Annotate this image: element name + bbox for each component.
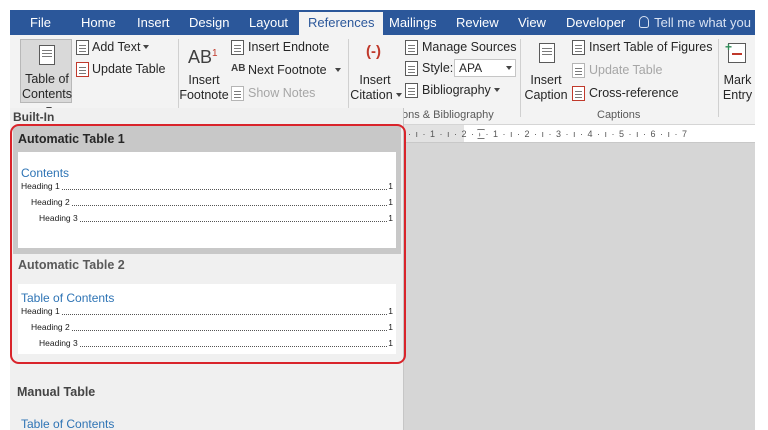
cross-reference-icon — [572, 86, 585, 101]
caption-icon — [539, 43, 555, 63]
bibliography-icon — [405, 83, 418, 98]
citation-icon: (-) — [366, 43, 381, 60]
update-table-figures-icon — [572, 63, 585, 78]
insert-footnote-button[interactable]: AB1 Insert Footnote — [179, 41, 228, 103]
footnote-ab-text: AB — [188, 47, 213, 67]
captions-group-label: Captions — [597, 109, 641, 121]
footnote-label-line2: Footnote — [179, 88, 229, 102]
mark-entry-line2: Entry — [722, 88, 753, 102]
update-table-figures-button[interactable]: Update Table — [589, 63, 662, 77]
table-of-contents-icon — [39, 45, 55, 65]
ribbon-separator — [718, 39, 719, 117]
next-footnote-caret — [334, 68, 341, 72]
update-table-button[interactable]: Update Table — [92, 62, 165, 76]
footnote-ab-icon: AB1 — [188, 47, 218, 68]
manual-table-preview-heading: Table of Contents — [21, 417, 115, 430]
style-label: Style: — [422, 61, 454, 75]
table-of-figures-icon — [572, 40, 585, 55]
caption-label-line1: Insert — [530, 73, 562, 87]
bibliography-button[interactable]: Bibliography — [422, 83, 500, 97]
ruler-ticks: · ı · 1 · ı · 2 · ı · 1 · ı · 2 · ı · 3 … — [408, 129, 689, 139]
add-text-icon — [76, 40, 89, 55]
show-notes-button[interactable]: Show Notes — [248, 86, 315, 100]
add-text-label: Add Text — [92, 40, 141, 54]
tab-design[interactable]: Design — [189, 10, 229, 35]
update-table-icon — [76, 62, 89, 77]
citation-label-line2: Citation — [350, 88, 393, 102]
builtin-section-label: Built-In — [13, 110, 55, 124]
citation-caret — [395, 93, 402, 97]
ribbon-tab-bar: File Home Insert Design Layout Reference… — [10, 10, 755, 35]
table-of-contents-button[interactable]: Table of Contents — [20, 39, 73, 111]
tab-insert[interactable]: Insert — [137, 10, 170, 35]
insert-endnote-button[interactable]: Insert Endnote — [248, 40, 329, 54]
manage-sources-icon — [405, 40, 418, 55]
citation-style-select[interactable]: APA — [454, 59, 516, 77]
bibliography-caret — [493, 88, 500, 92]
tab-layout[interactable]: Layout — [249, 10, 288, 35]
tab-file[interactable]: File — [30, 10, 51, 35]
lightbulb-icon — [639, 16, 650, 28]
next-footnote-icon: AB — [231, 63, 246, 74]
tab-review[interactable]: Review — [456, 10, 499, 35]
ribbon-separator — [348, 39, 349, 117]
tell-me-text: Tell me what you — [654, 15, 751, 30]
next-footnote-label: Next Footnote — [248, 63, 327, 77]
tab-mailings[interactable]: Mailings — [389, 10, 437, 35]
tell-me-box[interactable]: Tell me what you — [639, 10, 751, 35]
citations-group-label: ons & Bibliography — [402, 109, 494, 121]
toc-label-line1: Table of — [25, 72, 69, 86]
chevron-down-icon — [506, 66, 512, 70]
citation-label-line1: Insert — [359, 73, 391, 87]
insert-caption-button[interactable]: Insert Caption — [523, 41, 569, 103]
tab-view[interactable]: View — [518, 10, 546, 35]
tab-developer[interactable]: Developer — [566, 10, 625, 35]
tab-home[interactable]: Home — [81, 10, 116, 35]
tab-references[interactable]: References — [299, 10, 384, 35]
mark-entry-button[interactable]: + Mark Entry — [720, 40, 755, 103]
toc-label-line2: Contents — [21, 87, 73, 101]
mark-entry-line1: Mark — [723, 73, 752, 87]
add-text-button[interactable]: Add Text — [92, 40, 150, 54]
bibliography-label: Bibliography — [422, 83, 491, 97]
insert-citation-button[interactable]: (-) Insert Citation — [350, 41, 402, 103]
footnote-sup-text: 1 — [212, 48, 218, 59]
style-value: APA — [459, 61, 483, 75]
insert-table-of-figures-button[interactable]: Insert Table of Figures — [589, 40, 712, 54]
horizontal-ruler[interactable]: · ı · 1 · ı · 2 · ı · 1 · ı · 2 · ı · 3 … — [404, 125, 755, 143]
insert-endnote-icon — [231, 40, 244, 55]
highlight-annotation-box — [10, 124, 406, 364]
mark-entry-icon: + — [725, 40, 746, 63]
manual-table-label[interactable]: Manual Table — [17, 385, 95, 399]
manage-sources-button[interactable]: Manage Sources — [422, 40, 517, 54]
document-area — [404, 125, 755, 430]
footnote-label-line1: Insert — [188, 73, 220, 87]
style-icon — [405, 61, 418, 76]
next-footnote-button[interactable]: Next Footnote — [248, 63, 341, 77]
cross-reference-button[interactable]: Cross-reference — [589, 86, 679, 100]
add-text-caret — [143, 45, 150, 49]
caption-label-line2: Caption — [524, 88, 568, 102]
show-notes-icon — [231, 86, 244, 101]
